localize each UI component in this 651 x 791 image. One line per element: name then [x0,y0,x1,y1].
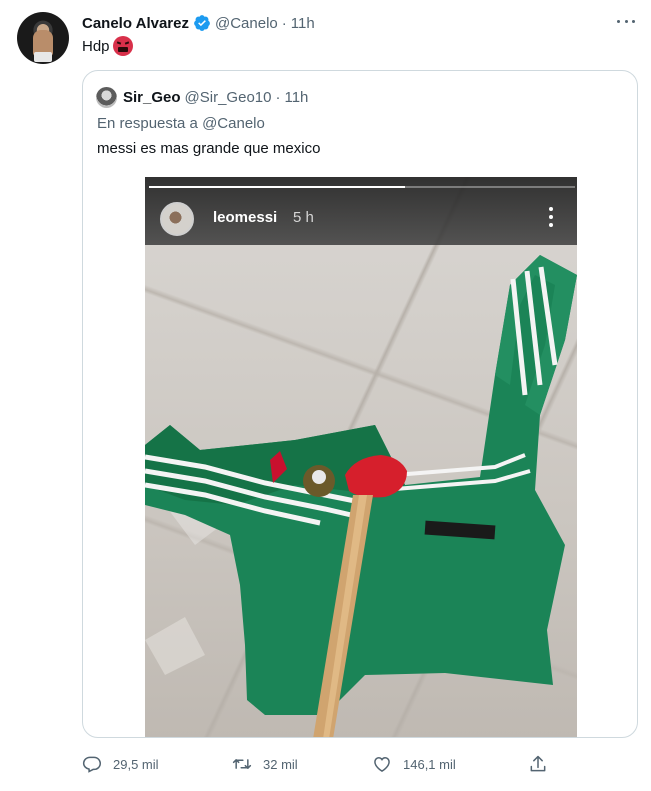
retweet-count: 32 mil [263,756,298,772]
tweet-text: Hdp [82,36,133,56]
like-button[interactable]: 146,1 mil [372,752,456,776]
tweet-time[interactable]: 11h [291,15,315,32]
verified-badge-icon [194,15,210,31]
reply-count: 29,5 mil [113,756,159,772]
author-handle[interactable]: @Canelo [215,15,278,32]
retweet-icon [232,759,252,769]
more-options-icon[interactable] [615,12,637,30]
story-time: 5 h [293,209,314,226]
tweet-actions: 29,5 mil 32 mil 146,1 mil [82,752,552,776]
quoted-tweet-text: messi es mas grande que mexico [97,140,321,157]
avatar-shorts [34,52,52,62]
quoted-tweet[interactable]: Sir_Geo @Sir_Geo10 · 11h En respuesta a … [82,70,638,738]
story-progress-bar [149,186,575,188]
reply-context: En respuesta a @Canelo [97,115,265,132]
author-avatar[interactable] [17,12,69,64]
reply-prefix: En respuesta a [97,115,198,132]
story-header-overlay: leomessi 5 h [145,177,577,245]
tweet-header: Canelo Alvarez @Canelo · 11h [82,12,315,34]
story-username: leomessi [213,209,278,226]
quoted-media-image[interactable]: leomessi 5 h [145,177,577,737]
reply-mention: @Canelo [202,115,265,132]
story-user-avatar [160,202,194,236]
reply-button[interactable]: 29,5 mil [82,752,159,776]
reply-icon [82,756,102,773]
quoted-header-separator: · [275,88,281,106]
quoted-author-name: Sir_Geo [123,88,181,106]
tweet[interactable]: Canelo Alvarez @Canelo · 11h Hdp Sir_Geo… [0,0,651,791]
quoted-author-avatar [96,87,117,108]
share-icon [530,755,546,772]
enraged-face-emoji-icon [112,36,133,56]
share-button[interactable] [528,752,548,776]
header-separator: · [281,14,287,32]
quoted-tweet-header: Sir_Geo @Sir_Geo10 · 11h [123,86,308,108]
story-more-vertical-icon [549,207,553,227]
tweet-text-content: Hdp [82,37,110,55]
author-name[interactable]: Canelo Alvarez [82,15,189,32]
quoted-tweet-time: 11h [284,88,309,106]
heart-icon [374,756,390,772]
retweet-button[interactable]: 32 mil [232,752,298,776]
quoted-author-handle: @Sir_Geo10 [184,88,272,106]
mexico-jersey-photo [145,255,577,737]
story-progress-fill [149,186,405,188]
like-count: 146,1 mil [403,756,456,772]
